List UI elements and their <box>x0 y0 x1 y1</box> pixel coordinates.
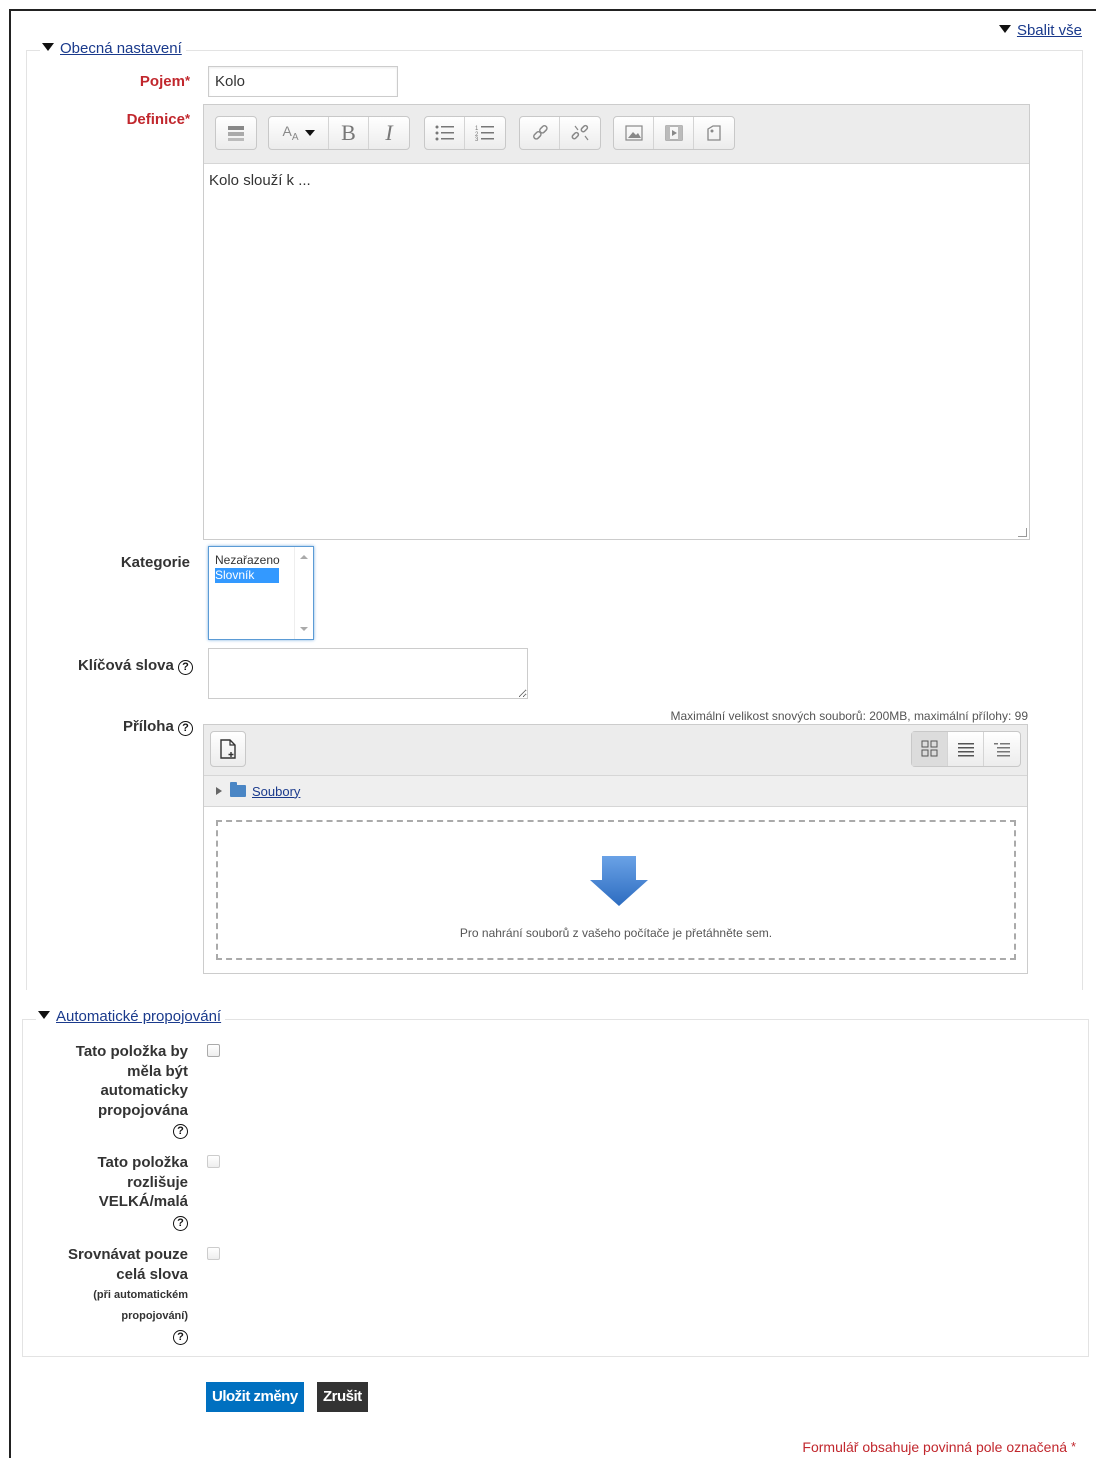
autolink-item-text: Tato položka by měla být automaticky pro… <box>75 1043 188 1119</box>
help-icon[interactable]: ? <box>173 1330 188 1345</box>
triangle-down-icon <box>38 1011 50 1020</box>
media-icon[interactable] <box>654 117 694 149</box>
image-icon[interactable] <box>614 117 654 149</box>
cancel-button[interactable]: Zrušit <box>317 1382 368 1412</box>
folder-icon <box>230 782 246 797</box>
definition-editor: AA B I 123 Kolo slouží k ... <box>203 104 1030 540</box>
whole-words-sublabel: (při automatickém propojování) <box>93 1289 188 1322</box>
keywords-label-text: Klíčová slova <box>77 657 174 674</box>
triangle-down-icon <box>42 43 54 52</box>
max-size-info: Maximální velikost snových souborů: 200M… <box>670 709 1029 723</box>
general-settings-toggle[interactable]: Obecná nastavení <box>60 40 182 57</box>
toolbar-group-links <box>519 116 601 150</box>
concept-input[interactable] <box>208 66 398 97</box>
view-switcher <box>911 731 1021 767</box>
keywords-textarea[interactable] <box>208 648 528 699</box>
concept-label-text: Pojem <box>139 73 185 90</box>
required-star-icon: * <box>184 73 190 88</box>
triangle-right-icon <box>216 787 222 795</box>
help-icon[interactable]: ? <box>178 660 193 675</box>
general-settings-legend[interactable]: Obecná nastavení <box>40 40 186 57</box>
triangle-down-icon <box>998 25 1011 34</box>
attachment-label-text: Příloha <box>122 718 174 735</box>
category-scrollbar[interactable] <box>294 547 313 639</box>
keywords-label: Klíčová slova ? <box>78 657 193 675</box>
definition-text[interactable]: Kolo slouží k ... <box>204 164 1029 197</box>
required-note-text: Formulář obsahuje povinná pole označená <box>802 1439 1068 1455</box>
autolink-toggle[interactable]: Automatické propojování <box>56 1008 221 1025</box>
save-button[interactable]: Uložit změny <box>206 1382 304 1412</box>
scroll-down-icon[interactable] <box>300 627 308 631</box>
case-sensitive-text: Tato položka rozlišuje VELKÁ/malá <box>97 1154 188 1210</box>
help-icon[interactable]: ? <box>173 1124 188 1139</box>
editor-toolbar: AA B I 123 <box>204 105 1029 164</box>
add-file-icon[interactable] <box>210 731 246 767</box>
category-option-selected[interactable]: Slovník <box>215 568 279 583</box>
autolink-item-label: Tato položka by měla být automaticky pro… <box>48 1042 188 1140</box>
icon-view-icon[interactable] <box>912 732 948 766</box>
numbered-list-icon[interactable]: 123 <box>465 117 505 149</box>
case-sensitive-label: Tato položka rozlišuje VELKÁ/malá? <box>78 1153 188 1231</box>
file-manager-toolbar <box>204 725 1027 776</box>
file-manager: Soubory Pro nahrání souborů z vašeho poč… <box>203 724 1028 974</box>
category-option[interactable]: Nezařazeno <box>209 553 285 568</box>
required-star-icon: * <box>184 111 190 126</box>
resize-grip-icon[interactable] <box>1018 528 1027 537</box>
tree-view-icon[interactable] <box>984 732 1020 766</box>
toggle-toolbar-icon[interactable] <box>216 117 256 149</box>
autolink-legend[interactable]: Automatické propojování <box>36 1008 226 1025</box>
bullet-list-icon[interactable] <box>425 117 465 149</box>
whole-words-text: Srovnávat pouze celá slova <box>67 1246 188 1283</box>
manage-files-icon[interactable] <box>694 117 734 149</box>
file-drop-zone[interactable]: Pro nahrání souborů z vašeho počítače je… <box>216 820 1016 960</box>
drop-zone-text: Pro nahrání souborů z vašeho počítače je… <box>459 926 773 940</box>
folder-link[interactable]: Soubory <box>252 784 300 799</box>
required-star-icon: * <box>1070 1439 1076 1454</box>
toolbar-group-media <box>613 116 735 150</box>
svg-text:3: 3 <box>475 137 479 141</box>
link-icon[interactable] <box>520 117 560 149</box>
category-select[interactable]: Nezařazeno Slovník <box>208 546 314 640</box>
unlink-icon[interactable] <box>560 117 600 149</box>
help-icon[interactable]: ? <box>178 721 193 736</box>
definition-label: Definice* <box>127 111 190 128</box>
file-path-bar: Soubory <box>204 776 1027 807</box>
toolbar-group-lists: 123 <box>424 116 506 150</box>
collapse-all-label: Sbalit vše <box>1016 22 1082 39</box>
font-style-icon[interactable]: AA <box>269 117 329 149</box>
collapse-all-link[interactable]: Sbalit vše <box>998 22 1082 39</box>
bold-icon[interactable]: B <box>329 117 369 149</box>
definition-label-text: Definice <box>126 111 185 128</box>
category-label: Kategorie <box>120 554 190 571</box>
list-view-icon[interactable] <box>948 732 984 766</box>
toolbar-group-text: AA B I <box>268 116 410 150</box>
toolbar-group-collapse <box>215 116 257 150</box>
whole-words-label: Srovnávat pouze celá slova (při automati… <box>48 1245 188 1346</box>
autolink-checkbox[interactable] <box>207 1044 220 1057</box>
whole-words-checkbox[interactable] <box>207 1247 220 1260</box>
required-fields-note: Formulář obsahuje povinná pole označená … <box>802 1439 1076 1455</box>
help-icon[interactable]: ? <box>173 1215 188 1231</box>
case-sensitive-checkbox[interactable] <box>207 1155 220 1168</box>
download-arrow-icon <box>590 856 648 906</box>
concept-label: Pojem* <box>140 73 190 90</box>
attachment-label: Příloha ? <box>123 718 193 736</box>
italic-icon[interactable]: I <box>369 117 409 149</box>
scroll-up-icon[interactable] <box>300 555 308 559</box>
